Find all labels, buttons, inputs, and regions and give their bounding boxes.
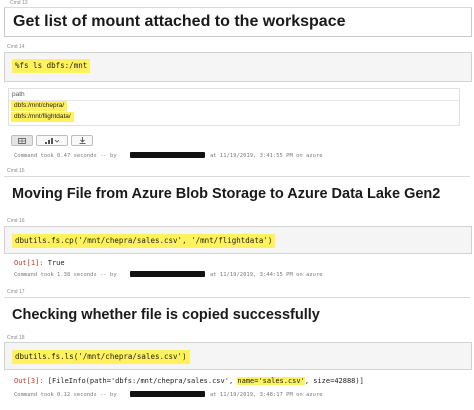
- table-row: dbfs:/mnt/flightdata/: [11, 112, 74, 122]
- output-value: [FileInfo(path='dbfs:/mnt/chepra/sales.c…: [43, 377, 238, 385]
- table-icon: [18, 137, 26, 144]
- section-title: Get list of mount attached to the worksp…: [13, 13, 346, 30]
- table-row: dbfs:/mnt/chepra/: [11, 101, 68, 111]
- command-footer: Command took 0.47 seconds -- by: [14, 153, 117, 159]
- redacted-user: [130, 152, 205, 158]
- code-line[interactable]: dbutils.fs.ls('/mnt/chepra/sales.csv'): [12, 350, 190, 364]
- code-line[interactable]: dbutils.fs.cp('/mnt/chepra/sales.csv', '…: [12, 234, 276, 248]
- output-prefix: Out[3]:: [14, 377, 44, 385]
- bar-chart-icon: [45, 137, 59, 144]
- chart-view-button[interactable]: [36, 135, 68, 146]
- cmd-15-label: Cmd 15: [7, 168, 25, 174]
- cmd-14-label: Cmd 14: [7, 44, 25, 50]
- code-cell-14[interactable]: %fs ls dbfs:/mnt: [4, 52, 472, 82]
- table-divider: [9, 100, 459, 101]
- redacted-user: [130, 391, 205, 397]
- command-footer-time: at 11/19/2019, 3:44:15 PM on azure: [210, 272, 323, 278]
- cmd-16-label: Cmd 16: [7, 218, 25, 224]
- table-header-path: path: [12, 91, 25, 98]
- section-title: Moving File from Azure Blob Storage to A…: [12, 186, 441, 202]
- code-line[interactable]: %fs ls dbfs:/mnt: [12, 59, 91, 73]
- download-icon: [79, 137, 85, 144]
- markdown-cell-1[interactable]: Get list of mount attached to the worksp…: [4, 7, 472, 37]
- cell-output: Out[3]: [FileInfo(path='dbfs:/mnt/chepra…: [14, 377, 364, 385]
- cell-output: Out[1]: True: [14, 259, 65, 267]
- cmd-13-label: Cmd 13: [10, 0, 28, 6]
- command-footer: Command took 1.38 seconds -- by: [14, 272, 117, 278]
- table-view-button[interactable]: [11, 135, 33, 146]
- output-value-end: , size=42888)]: [304, 377, 364, 385]
- output-prefix: Out[1]:: [14, 259, 44, 267]
- code-cell-16[interactable]: dbutils.fs.cp('/mnt/chepra/sales.csv', '…: [4, 226, 472, 254]
- cmd-18-label: Cmd 18: [7, 335, 25, 341]
- result-table: path dbfs:/mnt/chepra/ dbfs:/mnt/flightd…: [8, 88, 460, 126]
- markdown-cell-3[interactable]: Checking whether file is copied successf…: [4, 297, 470, 330]
- output-value: True: [43, 259, 65, 267]
- command-footer-time: at 11/19/2019, 3:48:17 PM on azure: [210, 392, 323, 398]
- markdown-cell-2[interactable]: Moving File from Azure Blob Storage to A…: [4, 176, 470, 209]
- code-cell-18[interactable]: dbutils.fs.ls('/mnt/chepra/sales.csv'): [4, 342, 472, 370]
- cmd-17-label: Cmd 17: [7, 289, 25, 295]
- section-title: Checking whether file is copied successf…: [12, 307, 320, 323]
- command-footer: Command took 0.12 seconds -- by: [14, 392, 117, 398]
- redacted-user: [130, 271, 205, 277]
- output-highlight: name='sales.csv': [237, 377, 305, 385]
- command-footer-time: at 11/19/2019, 3:41:55 PM on azure: [210, 153, 323, 159]
- download-button[interactable]: [71, 135, 93, 146]
